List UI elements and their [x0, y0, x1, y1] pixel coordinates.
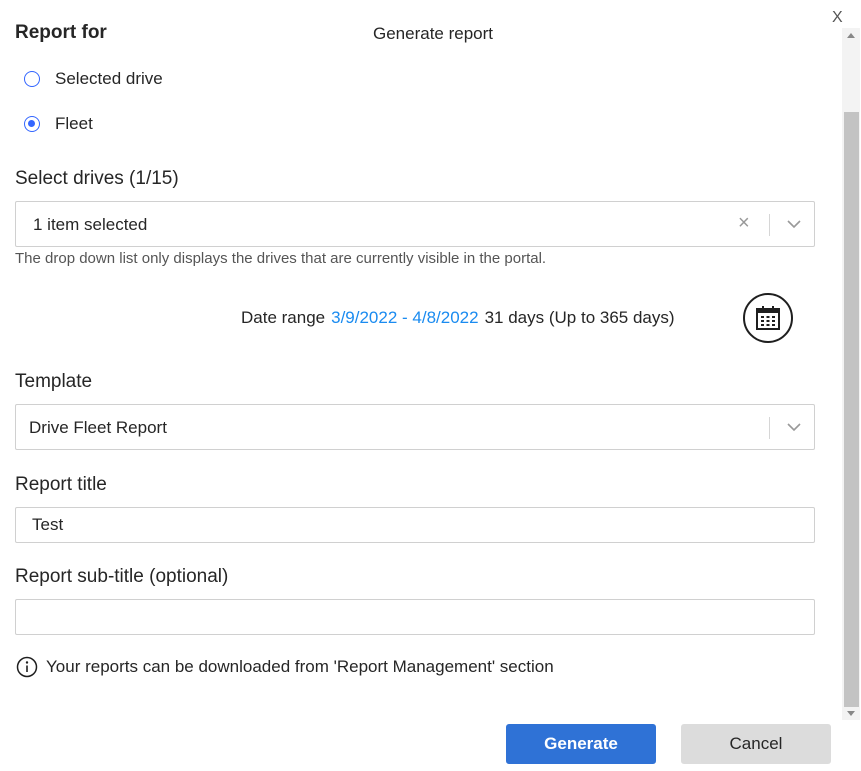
scroll-up-arrow-icon[interactable] — [847, 33, 855, 38]
report-title-input[interactable]: Test — [15, 507, 815, 543]
drives-hint: The drop down list only displays the dri… — [15, 250, 547, 267]
scroll-down-arrow-icon[interactable] — [847, 711, 855, 716]
calendar-icon — [756, 306, 780, 330]
template-label: Template — [15, 371, 93, 392]
info-icon — [16, 656, 38, 678]
clear-icon[interactable]: × — [738, 212, 750, 235]
date-range-note: 31 days (Up to 365 days) — [484, 308, 675, 327]
radio-circle[interactable] — [24, 71, 40, 87]
generate-button[interactable]: Generate — [506, 724, 656, 764]
report-title-label: Report title — [15, 474, 107, 495]
scrollbar-thumb[interactable] — [844, 112, 859, 707]
template-select[interactable]: Drive Fleet Report — [15, 404, 815, 450]
calendar-button[interactable] — [743, 293, 793, 343]
date-range-link[interactable]: 3/9/2022 - 4/8/2022 — [331, 308, 478, 328]
select-drives-label: Select drives (1/15) — [15, 168, 179, 189]
info-text: Your reports can be downloaded from 'Rep… — [46, 657, 554, 676]
report-for-label: Report for — [15, 22, 107, 43]
select-divider — [769, 417, 770, 439]
select-divider — [769, 214, 770, 236]
chevron-down-icon[interactable] — [784, 417, 804, 437]
drives-select[interactable]: 1 item selected × — [15, 201, 815, 247]
report-subtitle-label: Report sub-title (optional) — [15, 566, 229, 587]
date-range-row: Date range 3/9/2022 - 4/8/2022 31 days (… — [241, 308, 675, 328]
radio-circle[interactable] — [24, 116, 40, 132]
chevron-down-icon[interactable] — [784, 214, 804, 234]
template-select-value: Drive Fleet Report — [29, 418, 167, 437]
close-button[interactable]: X — [832, 9, 843, 27]
radio-fleet[interactable]: Fleet — [24, 114, 93, 134]
date-range-label: Date range — [241, 308, 326, 327]
info-row: Your reports can be downloaded from 'Rep… — [16, 656, 554, 678]
report-subtitle-input[interactable] — [15, 599, 815, 635]
radio-label-fleet: Fleet — [55, 114, 93, 133]
drives-select-value: 1 item selected — [33, 215, 148, 234]
radio-label-selected-drive: Selected drive — [55, 69, 163, 88]
dialog-title: Generate report — [373, 24, 494, 43]
radio-selected-drive[interactable]: Selected drive — [24, 69, 163, 89]
cancel-button[interactable]: Cancel — [681, 724, 831, 764]
